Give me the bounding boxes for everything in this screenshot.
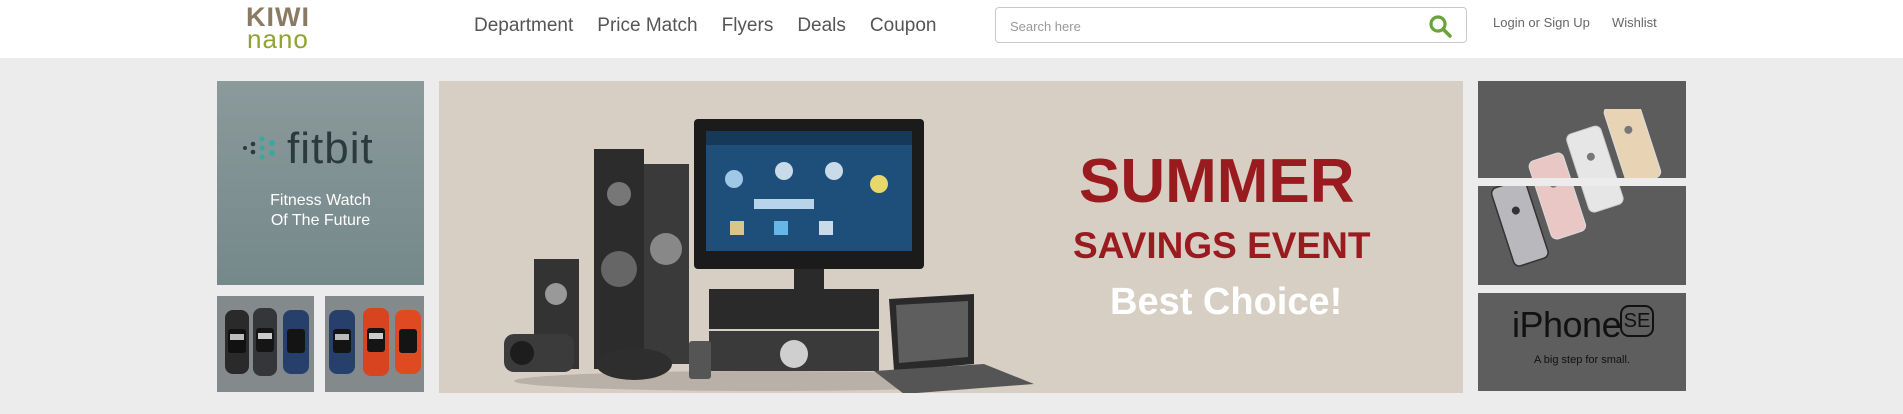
search-icon[interactable] (1428, 14, 1452, 38)
fitbit-watches-tile-1[interactable] (217, 296, 314, 392)
iphone-colors-promo-tile[interactable] (1478, 81, 1686, 285)
nav-deals[interactable]: Deals (797, 13, 846, 39)
nav-price-match[interactable]: Price Match (597, 13, 697, 39)
site-logo[interactable]: KIWI nano (246, 4, 320, 54)
fitbit-watches-image (329, 308, 421, 376)
hero-title: SUMMER (1079, 147, 1355, 216)
site-header: KIWI nano Department Price Match Flyers … (0, 0, 1903, 58)
hero-subtitle: SAVINGS EVENT (1073, 225, 1371, 266)
fitbit-watches-tile-2[interactable] (325, 296, 424, 392)
wishlist-link[interactable]: Wishlist (1612, 15, 1657, 30)
iphone-tagline: A big step for small. (1534, 354, 1630, 366)
hero-tagline: Best Choice! (1110, 281, 1343, 323)
iphone-brand: iPhone (1512, 304, 1622, 345)
fitbit-dots-icon (243, 136, 275, 160)
electronics-image (504, 119, 1034, 393)
fitbit-tagline: Fitness Watch Of The Future (217, 191, 424, 231)
fitbit-tagline-line-2: Of The Future (270, 212, 371, 229)
nav-department[interactable]: Department (474, 13, 573, 39)
main-nav: Department Price Match Flyers Deals Coup… (474, 13, 960, 39)
iphone-colors-image (1490, 109, 1662, 267)
login-signup-link[interactable]: Login or Sign Up (1493, 15, 1590, 30)
nav-coupon[interactable]: Coupon (870, 13, 937, 39)
fitbit-promo-tile[interactable]: fitbit Fitness Watch Of The Future (217, 81, 424, 285)
logo-line-2: nano (247, 24, 309, 54)
summer-sale-hero-banner[interactable]: SUMMER SAVINGS EVENT Best Choice! (439, 81, 1463, 393)
fitbit-watches-image (225, 308, 309, 376)
search-input[interactable] (1008, 14, 1412, 38)
fitbit-logo: fitbit (241, 127, 411, 171)
se-badge: SE (1620, 305, 1654, 337)
search-box (995, 7, 1467, 43)
iphone-se-promo-tile[interactable]: iPhone SE A big step for small. (1478, 293, 1686, 391)
nav-flyers[interactable]: Flyers (722, 13, 774, 39)
fitbit-tagline-line-1: Fitness Watch (270, 192, 371, 209)
tile-divider (1478, 178, 1686, 186)
fitbit-brand: fitbit (287, 124, 374, 173)
